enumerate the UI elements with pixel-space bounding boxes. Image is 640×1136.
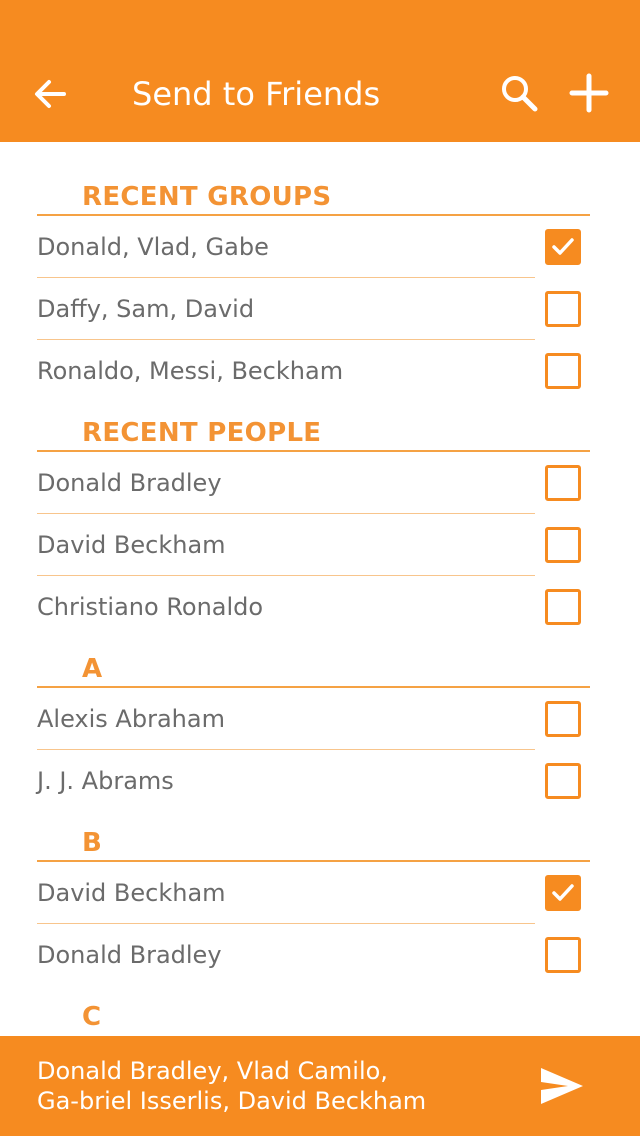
add-button[interactable] [566,70,612,116]
list-item[interactable]: Daffy, Sam, David [37,278,590,340]
list-item[interactable]: Ronaldo, Messi, Beckham [37,340,590,402]
list-item-label: Christiano Ronaldo [37,593,264,621]
send-button[interactable] [538,1064,586,1108]
checkbox[interactable] [545,589,581,625]
section-title: A [82,654,103,684]
section-header-c: C [37,992,590,1036]
checkbox[interactable] [545,527,581,563]
checkbox[interactable] [545,701,581,737]
checkbox[interactable] [545,763,581,799]
section-header-recent-groups: RECENT GROUPS [37,172,590,216]
list-item-label: Donald, Vlad, Gabe [37,233,269,261]
checkbox-checked[interactable] [545,229,581,265]
section-header-recent-people: RECENT PEOPLE [37,408,590,452]
search-button[interactable] [496,70,542,116]
section-title: RECENT PEOPLE [82,418,322,448]
app-bar: Send to Friends [0,0,640,142]
friend-list[interactable]: RECENT GROUPS Donald, Vlad, Gabe Daffy, … [0,142,640,1036]
list-item[interactable]: J. J. Abrams [37,750,590,812]
section-title: RECENT GROUPS [82,182,332,212]
page-title: Send to Friends [132,75,381,113]
plus-icon [569,73,609,113]
list-item-label: Donald Bradley [37,941,222,969]
section-title: C [82,1002,102,1032]
checkbox-checked[interactable] [545,875,581,911]
checkbox[interactable] [545,353,581,389]
list-item[interactable]: Donald, Vlad, Gabe [37,216,590,278]
arrow-left-icon [35,80,66,108]
checkbox[interactable] [545,465,581,501]
list-item-label: David Beckham [37,879,226,907]
list-item[interactable]: Alexis Abraham [37,688,590,750]
search-icon [502,76,538,112]
list-item[interactable]: Donald Bradley [37,924,590,986]
list-item-label: Ronaldo, Messi, Beckham [37,357,344,385]
section-header-a: A [37,644,590,688]
list-item-label: Alexis Abraham [37,705,225,733]
list-item[interactable]: Donald Bradley [37,452,590,514]
back-button[interactable] [28,72,72,116]
list-item-label: Donald Bradley [37,469,222,497]
list-item-label: J. J. Abrams [37,767,174,795]
list-item[interactable]: David Beckham [37,862,590,924]
selected-recipients: Donald Bradley, Vlad Camilo, Ga-briel Is… [37,1057,427,1115]
check-icon [552,238,574,255]
section-header-b: B [37,818,590,862]
checkbox[interactable] [545,291,581,327]
send-icon [541,1068,583,1104]
list-item-label: David Beckham [37,531,226,559]
section-title: B [82,828,103,858]
check-icon [552,884,574,901]
checkbox[interactable] [545,937,581,973]
selection-bar: Donald Bradley, Vlad Camilo, Ga-briel Is… [0,1036,640,1136]
list-item[interactable]: Christiano Ronaldo [37,576,590,638]
list-item-label: Daffy, Sam, David [37,295,255,323]
list-item[interactable]: David Beckham [37,514,590,576]
